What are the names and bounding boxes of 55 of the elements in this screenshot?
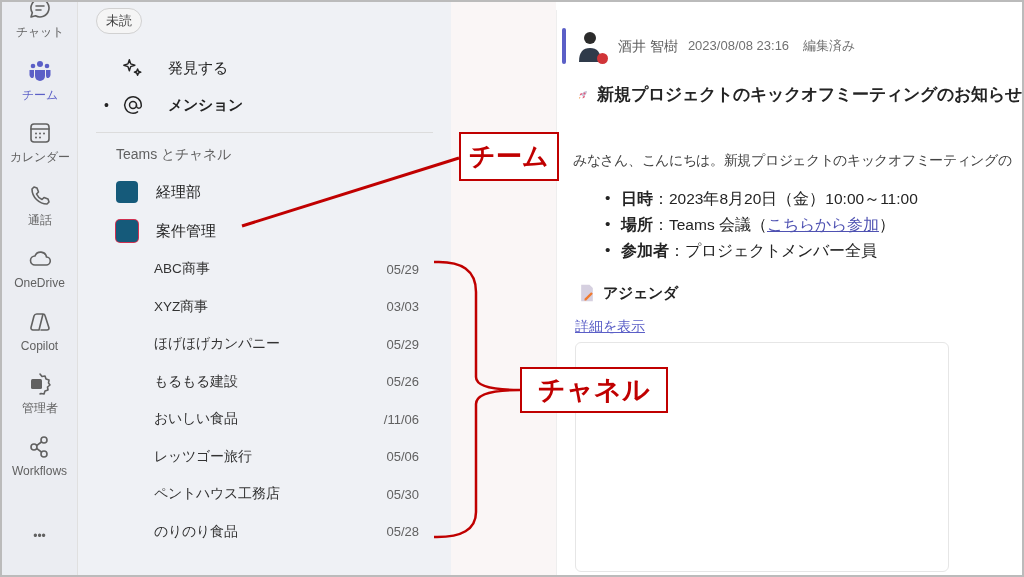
- nav-item[interactable]: 発見する: [168, 56, 228, 80]
- team-name[interactable]: 案件管理: [156, 219, 216, 243]
- chat-bubble-icon: [27, 2, 52, 20]
- bullet-marker: •: [605, 188, 612, 209]
- agenda-heading: アジェンダ: [603, 282, 678, 303]
- rail-app-button[interactable]: Workflows: [4, 435, 75, 498]
- author-name: 酒井 智樹: [618, 36, 678, 56]
- at-sign-icon: [122, 94, 144, 116]
- sparkle-icon: [122, 57, 144, 79]
- status-dot-icon: [597, 53, 608, 64]
- rail-app-button[interactable]: 通話: [4, 184, 75, 247]
- channel-name[interactable]: XYZ商事: [154, 296, 209, 317]
- channel-name[interactable]: もるもる建設: [154, 371, 238, 392]
- bullet-marker: •: [605, 240, 612, 261]
- detail-item: 場所：Teams 会議（こちらから参加）: [621, 214, 895, 235]
- channel-name[interactable]: ほげほげカンパニー: [154, 334, 280, 355]
- channel-date: 05/06: [386, 448, 419, 466]
- channel-date: 03/03: [386, 298, 419, 316]
- rail-more-button[interactable]: •••: [4, 497, 75, 575]
- rail-app-button[interactable]: カレンダー: [4, 121, 75, 185]
- channel-date: 05/26: [386, 373, 419, 391]
- channel-date: 05/29: [386, 335, 419, 354]
- channel-date: 05/28: [386, 523, 419, 541]
- calendar-icon: [27, 121, 52, 146]
- rail-app-button[interactable]: 管理者: [4, 372, 75, 436]
- show-more-link[interactable]: 詳細を表示: [575, 316, 645, 337]
- bullet-marker: •: [605, 214, 612, 235]
- message-timestamp: 2023/08/08 23:16: [687, 37, 790, 56]
- channel-name[interactable]: のりのり食品: [154, 521, 238, 542]
- rail-app-button[interactable]: Copilot: [4, 309, 75, 373]
- rail-app-button[interactable]: チャット: [4, 2, 75, 59]
- channel-date: 05/29: [386, 260, 419, 279]
- callout-label: チーム: [459, 132, 559, 181]
- channel-name[interactable]: レッツゴー旅行: [154, 446, 252, 467]
- channel-date: /11/06: [383, 410, 419, 429]
- filter-chip[interactable]: 未読: [96, 8, 142, 34]
- detail-item: 日時：2023年8月20日（金）10:00～11:00: [621, 188, 918, 209]
- detail-item: 参加者：プロジェクトメンバー全員: [621, 240, 877, 261]
- people-icon: [27, 58, 52, 83]
- edited-label: 編集済み: [803, 37, 856, 56]
- message-text: みなさん、こんにちは。新規プロジェクトのキックオフミーティングの: [573, 150, 1012, 170]
- callout-label: チャネル: [520, 367, 668, 413]
- section-heading: Teams とチャネル: [116, 144, 233, 164]
- team-name[interactable]: 経理部: [156, 180, 201, 204]
- nav-item[interactable]: メンション: [168, 93, 243, 117]
- join-link[interactable]: こちらから参加: [766, 215, 879, 233]
- rail-app-button[interactable]: チーム: [4, 58, 75, 122]
- channel-name[interactable]: おいしい食品: [154, 409, 238, 430]
- channel-name[interactable]: ABC商事: [154, 259, 210, 280]
- message-title: 新規プロジェクトのキックオフミーティングのお知らせ: [597, 84, 1022, 106]
- message-accent-bar: [562, 28, 566, 64]
- unread-dot: •: [104, 96, 109, 113]
- channel-name[interactable]: ペントハウス工務店: [154, 484, 280, 505]
- channel-date: 05/30: [386, 485, 419, 504]
- rail-app-button[interactable]: OneDrive: [4, 246, 75, 310]
